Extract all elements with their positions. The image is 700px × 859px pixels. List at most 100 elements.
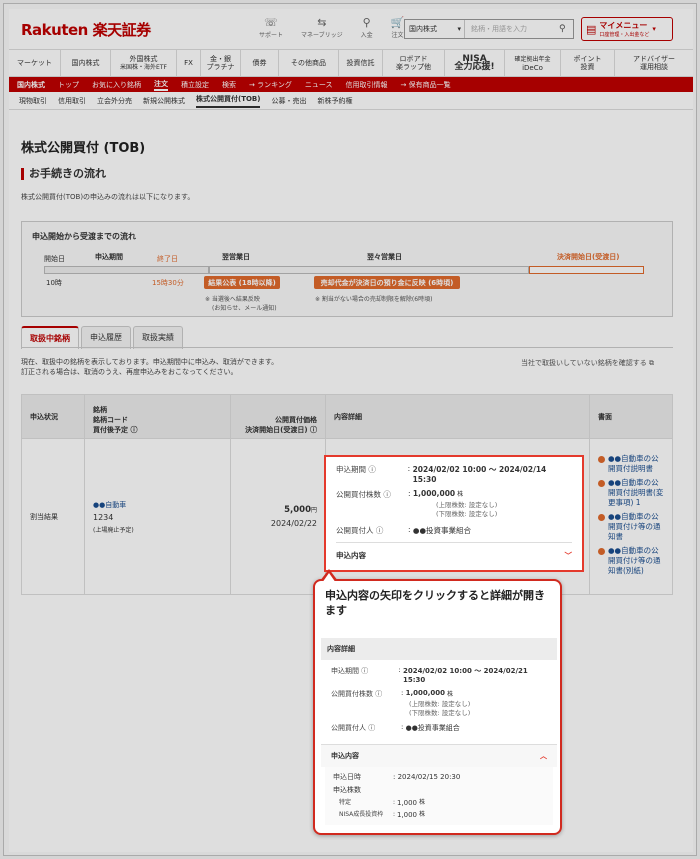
help-icon: ⓘ: [361, 667, 369, 675]
rnav-order[interactable]: 注文: [154, 79, 168, 91]
flow-period: 申込期間: [95, 253, 123, 261]
snav-offexchange[interactable]: 立会外分売: [97, 96, 132, 106]
tabs: 取扱中銘柄 申込履歴 取扱実績: [21, 326, 183, 349]
search-icon[interactable]: ⚲: [559, 24, 573, 34]
flow-next-day: 翌営業日: [222, 253, 250, 261]
gnav-nisa[interactable]: NISA 全力応援!: [445, 50, 505, 76]
gnav-gold[interactable]: 金・銀 プラチナ: [201, 50, 241, 76]
result-announce-badge: 結果公表 (18時以降): [204, 276, 280, 289]
mymenu-button[interactable]: ▤ マイメニュー 口座管理・入出金など ▾: [581, 17, 673, 41]
gnav-point[interactable]: ポイント 投資: [561, 50, 615, 76]
flow-note1: ※ 当選後へ結果反映: [205, 296, 260, 303]
gnav-bond[interactable]: 債券: [241, 50, 279, 76]
gnav-other[interactable]: その他商品: [279, 50, 339, 76]
external-issue-link[interactable]: 当社で取扱いしていない銘柄を確認する ⧉: [521, 358, 654, 368]
rnav-search[interactable]: 検索: [222, 80, 236, 90]
stock-link[interactable]: ●●自動車: [93, 500, 222, 510]
chevron-down-icon: ﹀: [564, 551, 573, 560]
th-docs: 書面: [589, 394, 673, 439]
flow-time-end: 15時30分: [152, 279, 184, 287]
rnav-favorites[interactable]: お気に入り銘柄: [92, 80, 141, 90]
flow-note1b: (お知らせ、メール通知): [212, 305, 277, 312]
deposit-icon[interactable]: ⚲ 入金: [361, 17, 373, 40]
gnav-market[interactable]: マーケット: [9, 50, 61, 76]
chevron-down-icon: ▾: [652, 25, 656, 33]
order-cart-icon[interactable]: 🛒 注文: [391, 17, 405, 40]
search-box: 国内株式 ▾ 銘柄・用語を入力 ⚲: [404, 19, 574, 39]
intro-text: 株式公開買付(TOB)の申込みの流れは以下になります。: [21, 193, 195, 201]
flow-bar-period: [44, 266, 209, 274]
flow-day-after: 翌々営業日: [367, 253, 402, 261]
tab-history[interactable]: 申込履歴: [81, 326, 131, 349]
help-icon[interactable]: ⓘ: [383, 490, 391, 499]
flow-end: 終了日: [157, 255, 178, 263]
help-icon: ⓘ: [375, 690, 383, 698]
snav-ipo[interactable]: 新規公開株式: [143, 96, 185, 106]
rnav-news[interactable]: ニュース: [305, 80, 333, 90]
th-detail: 内容詳細: [325, 394, 590, 439]
rnav-tsumitate[interactable]: 積立設定: [181, 80, 209, 90]
section-title: お手続きの流れ: [21, 168, 106, 180]
gnav-fx[interactable]: FX: [177, 50, 201, 76]
gnav-foreign-stock[interactable]: 外国株式 米国株・海外ETF: [111, 50, 177, 76]
screenshot-frame: Rakuten 楽天証券 ☏ サポート ⇆ マネーブリッジ ⚲ 入金 🛒 注文 国内株式…: [3, 3, 697, 856]
th-price: 公開買付価格 決済開始日(受渡日) ⓘ: [230, 394, 326, 439]
rnav-top[interactable]: トップ: [58, 80, 79, 90]
snav-tob[interactable]: 株式公開買付(TOB): [196, 94, 261, 108]
th-stock: 銘柄 銘柄コード 買付後予定 ⓘ: [84, 394, 231, 439]
help-icon[interactable]: ⓘ: [368, 465, 376, 474]
help-icon[interactable]: ⓘ: [376, 526, 384, 535]
rnav-domestic[interactable]: 国内株式: [17, 80, 45, 90]
gnav-roboad[interactable]: ロボアド 楽ラップ他: [383, 50, 445, 76]
gnav-ideco[interactable]: 確定拠出年金 iDeCo: [505, 50, 561, 76]
doc-link[interactable]: ●●自動車の公開買付説明書: [598, 454, 664, 474]
chevron-down-icon: ▾: [457, 25, 461, 33]
flow-title: 申込開始から受渡までの流れ: [32, 232, 136, 241]
status-cell: 割当結果: [21, 438, 85, 595]
help-icon[interactable]: ⓘ: [310, 426, 317, 434]
th-status: 申込状況: [21, 394, 85, 439]
header-icons: ☏ サポート ⇆ マネーブリッジ ⚲ 入金 🛒 注文: [259, 17, 405, 40]
gnav-fund[interactable]: 投資信託: [339, 50, 383, 76]
tab-divider: [21, 347, 673, 348]
header: Rakuten 楽天証券 ☏ サポート ⇆ マネーブリッジ ⚲ 入金 🛒 注文 国内株式…: [9, 9, 693, 49]
snav-warrant[interactable]: 新株予約権: [317, 96, 352, 106]
doc-link[interactable]: ●●自動車の公開買付説明書(変更事項) 1: [598, 478, 664, 508]
doc-link[interactable]: ●●自動車の公開買付け等の通知書: [598, 512, 664, 542]
page: Rakuten 楽天証券 ☏ サポート ⇆ マネーブリッジ ⚲ 入金 🛒 注文 国内株式…: [9, 9, 693, 852]
rnav-margin[interactable]: 信用取引情報: [346, 80, 388, 90]
rnav-holdings[interactable]: → 保有商品一覧: [401, 80, 451, 90]
gnav-domestic-stock[interactable]: 国内株式: [61, 50, 111, 76]
help-icon: ⓘ: [368, 724, 376, 732]
red-subnav: 国内株式 トップ お気に入り銘柄 注文 積立設定 検索 → ランキング ニュース…: [9, 77, 693, 92]
expand-application-toggle[interactable]: 申込内容 ﹀: [336, 542, 572, 561]
order-subnav: 現物取引 信用取引 立会外分売 新規公開株式 株式公開買付(TOB) 公募・売出…: [9, 92, 693, 110]
callout-box: 申込内容の矢印をクリックすると詳細が開きます 内容詳細 申込期間 ⓘ: 2024…: [313, 579, 562, 835]
search-category-select[interactable]: 国内株式 ▾: [405, 20, 465, 38]
snav-po[interactable]: 公募・売出: [271, 96, 306, 106]
snav-spot[interactable]: 現物取引: [19, 96, 47, 106]
help-icon[interactable]: ⓘ: [130, 426, 137, 434]
flow-note2: ※ 割当がない場合の売却制限を解除(6時頃): [315, 296, 433, 303]
page-title: 株式公開買付 (TOB): [21, 141, 146, 156]
tab-active-issues[interactable]: 取扱中銘柄: [21, 326, 79, 349]
callout-pointer-inner: [322, 573, 336, 583]
flow-diagram: 申込開始から受渡までの流れ 開始日 申込期間 終了日 翌営業日 翌々営業日 決済…: [21, 221, 673, 317]
logo[interactable]: Rakuten 楽天証券: [21, 19, 151, 40]
snav-margin[interactable]: 信用取引: [58, 96, 86, 106]
callout-expanded-detail: 内容詳細 申込期間 ⓘ: 2024/02/02 10:00 〜 2024/02/…: [321, 638, 557, 828]
flow-start: 開始日: [44, 255, 65, 263]
money-bridge-icon[interactable]: ⇆ マネーブリッジ: [301, 17, 343, 40]
flow-bar-mid: [209, 266, 529, 274]
callout-text: 申込内容の矢印をクリックすると詳細が開きます: [325, 589, 545, 617]
support-icon[interactable]: ☏ サポート: [259, 17, 283, 40]
proceeds-badge: 売却代金が決済日の預り金に反映 (6時頃): [314, 276, 460, 289]
mymenu-icon: ▤: [586, 22, 597, 36]
description: 現在、取扱中の銘柄を表示しております。申込期間中に申込み、取消ができます。 訂正さ…: [21, 358, 279, 376]
rnav-ranking[interactable]: → ランキング: [249, 80, 292, 90]
doc-link[interactable]: ●●自動車の公開買付け等の通知書(別紙): [598, 546, 664, 576]
search-input[interactable]: 銘柄・用語を入力: [465, 24, 559, 34]
flow-bar-settle: [529, 266, 644, 274]
tab-results[interactable]: 取扱実績: [133, 326, 183, 349]
gnav-advisor[interactable]: アドバイザー 運用相談: [615, 50, 693, 76]
